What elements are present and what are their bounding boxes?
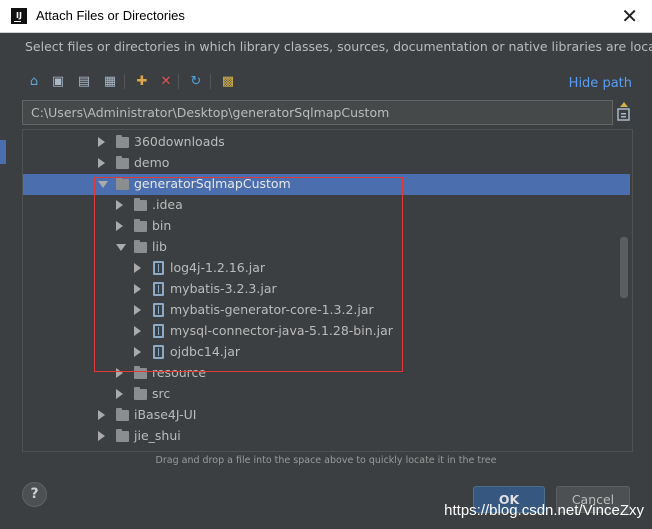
help-button[interactable]: ? (22, 482, 47, 507)
background-window-sliver (0, 140, 6, 164)
tree-item-label: log4j-1.2.16.jar (170, 260, 265, 275)
tree-item-label: generatorSqlmapCustom (134, 176, 291, 191)
path-input[interactable]: C:\Users\Administrator\Desktop\generator… (22, 100, 613, 125)
tree-scrollbar-thumb[interactable] (620, 237, 628, 298)
tree-item[interactable]: src (23, 384, 630, 405)
dialog-description: Select files or directories in which lib… (25, 39, 652, 54)
tree-item-label: bin (152, 218, 172, 233)
collapsed-arrow-icon[interactable] (134, 326, 141, 336)
intellij-app-icon: IJ (11, 8, 27, 24)
tree-item-label: lib (152, 239, 167, 254)
collapsed-arrow-icon[interactable] (134, 347, 141, 357)
toolbar-separator (210, 74, 211, 89)
collapsed-arrow-icon[interactable] (116, 200, 123, 210)
tree-item-label: jie_shui (134, 428, 181, 443)
folder-icon (134, 198, 147, 211)
folder-icon (116, 429, 129, 442)
collapsed-arrow-icon[interactable] (134, 263, 141, 273)
tree-item-label: iBase4J-UI (134, 407, 197, 422)
tree-item-label: mybatis-3.2.3.jar (170, 281, 277, 296)
new-folder-icon[interactable]: ✚ (132, 71, 152, 91)
folder-icon (116, 177, 129, 190)
tree-item[interactable]: 360downloads (23, 132, 630, 153)
tree-item[interactable]: lib (23, 237, 630, 258)
refresh-icon[interactable]: ↻ (186, 71, 206, 91)
expanded-arrow-icon[interactable] (116, 244, 126, 251)
tree-item-label: 360downloads (134, 134, 225, 149)
tree-item-label: ojdbc14.jar (170, 344, 241, 359)
collapsed-arrow-icon[interactable] (116, 368, 123, 378)
folder-icon (134, 387, 147, 400)
tree-item-label: mybatis-generator-core-1.3.2.jar (170, 302, 374, 317)
collapsed-arrow-icon[interactable] (116, 389, 123, 399)
jar-file-icon (153, 282, 164, 296)
tree-item[interactable]: demo (23, 153, 630, 174)
tree-item-label: resource (152, 365, 207, 380)
tree-item[interactable]: generatorSqlmapCustom (23, 174, 630, 195)
tree-item[interactable]: resource (23, 363, 630, 384)
tree-item[interactable]: mybatis-generator-core-1.3.2.jar (23, 300, 630, 321)
file-tree[interactable]: 360downloads demo generatorSqlmapCustom .id… (22, 129, 633, 452)
folder-icon (116, 135, 129, 148)
tree-item[interactable]: log4j-1.2.16.jar (23, 258, 630, 279)
tree-item[interactable]: ojdbc14.jar (23, 342, 630, 363)
tree-item[interactable]: iBase4J-UI (23, 405, 630, 426)
toolbar-separator (124, 74, 125, 89)
collapsed-arrow-icon[interactable] (116, 221, 123, 231)
expanded-arrow-icon[interactable] (98, 181, 108, 188)
toolbar-separator (178, 74, 179, 89)
jar-file-icon (153, 261, 164, 275)
tree-item-label: mysql-connector-java-5.1.28-bin.jar (170, 323, 393, 338)
collapsed-arrow-icon[interactable] (134, 305, 141, 315)
tree-item-label: demo (134, 155, 170, 170)
folder-icon (116, 156, 129, 169)
project-icon[interactable]: ▤ (74, 71, 94, 91)
folder-icon (116, 408, 129, 421)
collapsed-arrow-icon[interactable] (98, 158, 105, 168)
tree-item[interactable]: jie_shui (23, 426, 630, 447)
jar-file-icon (153, 345, 164, 359)
tree-item[interactable]: .idea (23, 195, 630, 216)
tree-item-label: src (152, 386, 171, 401)
collapsed-arrow-icon[interactable] (98, 137, 105, 147)
jar-file-icon (153, 324, 164, 338)
close-icon[interactable]: ✕ (621, 4, 638, 28)
collapsed-arrow-icon[interactable] (98, 431, 105, 441)
collapsed-arrow-icon[interactable] (98, 410, 105, 420)
tree-item[interactable]: mybatis-3.2.3.jar (23, 279, 630, 300)
hide-path-link[interactable]: Hide path (569, 76, 632, 91)
file-chooser-toolbar: ⌂ ▣ ▤ ▦ ✚ ✕ ↻ ▩ (24, 71, 264, 93)
jar-file-icon (153, 303, 164, 317)
home-icon[interactable]: ⌂ (24, 71, 44, 91)
folder-icon (134, 219, 147, 232)
drag-drop-hint: Drag and drop a file into the space abov… (155, 455, 497, 466)
folder-icon (134, 366, 147, 379)
watermark: https://blog.csdn.net/VinceZxy (444, 502, 644, 519)
show-hidden-icon[interactable]: ▩ (218, 71, 238, 91)
title-bar: IJ Attach Files or Directories ✕ (0, 0, 652, 33)
collapsed-arrow-icon[interactable] (134, 284, 141, 294)
path-history-icon[interactable] (615, 101, 633, 123)
desktop-icon[interactable]: ▣ (48, 71, 68, 91)
window-title: Attach Files or Directories (36, 8, 185, 23)
tree-item-label: .idea (152, 197, 183, 212)
tree-item[interactable]: mysql-connector-java-5.1.28-bin.jar (23, 321, 630, 342)
module-icon[interactable]: ▦ (100, 71, 120, 91)
folder-icon (134, 240, 147, 253)
delete-icon[interactable]: ✕ (156, 71, 176, 91)
tree-item[interactable]: bin (23, 216, 630, 237)
